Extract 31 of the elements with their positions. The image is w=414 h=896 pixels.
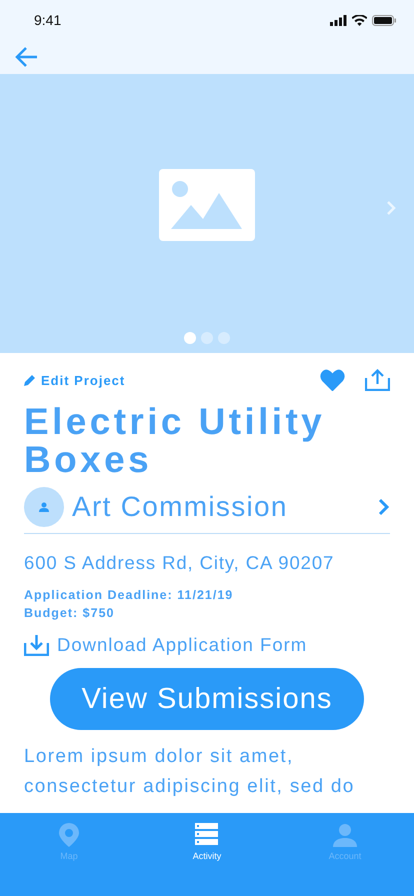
back-button[interactable] xyxy=(14,46,38,68)
organization-name: Art Commission xyxy=(72,491,289,523)
pencil-icon xyxy=(24,374,36,386)
edit-project-link[interactable]: Edit Project xyxy=(24,372,126,388)
chevron-right-icon xyxy=(386,200,396,216)
location-pin-icon xyxy=(59,823,79,847)
tab-bar-item[interactable]: Activity xyxy=(138,813,276,896)
heart-icon xyxy=(320,369,345,391)
address: 600 S Address Rd, City, CA 90207 xyxy=(24,552,336,574)
project-title: Electric Utility Boxes xyxy=(24,403,326,479)
person-icon xyxy=(333,823,357,847)
project-detail: Budget: $750 xyxy=(24,606,116,620)
wifi-icon xyxy=(352,14,367,26)
share-icon xyxy=(365,369,390,391)
list-icon xyxy=(195,823,219,847)
share-button[interactable] xyxy=(365,369,390,391)
carousel-dot[interactable] xyxy=(218,332,230,344)
battery-icon xyxy=(372,14,396,26)
chevron-right-icon xyxy=(378,498,390,516)
download-icon xyxy=(24,634,49,656)
view-submissions-button[interactable]: View Submissions xyxy=(50,668,364,730)
favorite-button[interactable] xyxy=(320,369,345,391)
carousel-dot[interactable] xyxy=(201,332,213,344)
description: Lorem ipsum dolor sit amet, consectetur adipiscing elit, sed do xyxy=(24,745,356,799)
person-icon xyxy=(39,502,49,512)
status-time: 9:41 xyxy=(34,12,62,28)
signal-icon xyxy=(330,14,347,26)
project-detail: Application Deadline: 11/21/19 xyxy=(24,588,234,602)
back-arrow-icon xyxy=(14,46,38,68)
organization-chevron-button[interactable] xyxy=(378,498,390,516)
download-link[interactable]: Download Application Form xyxy=(24,634,308,656)
